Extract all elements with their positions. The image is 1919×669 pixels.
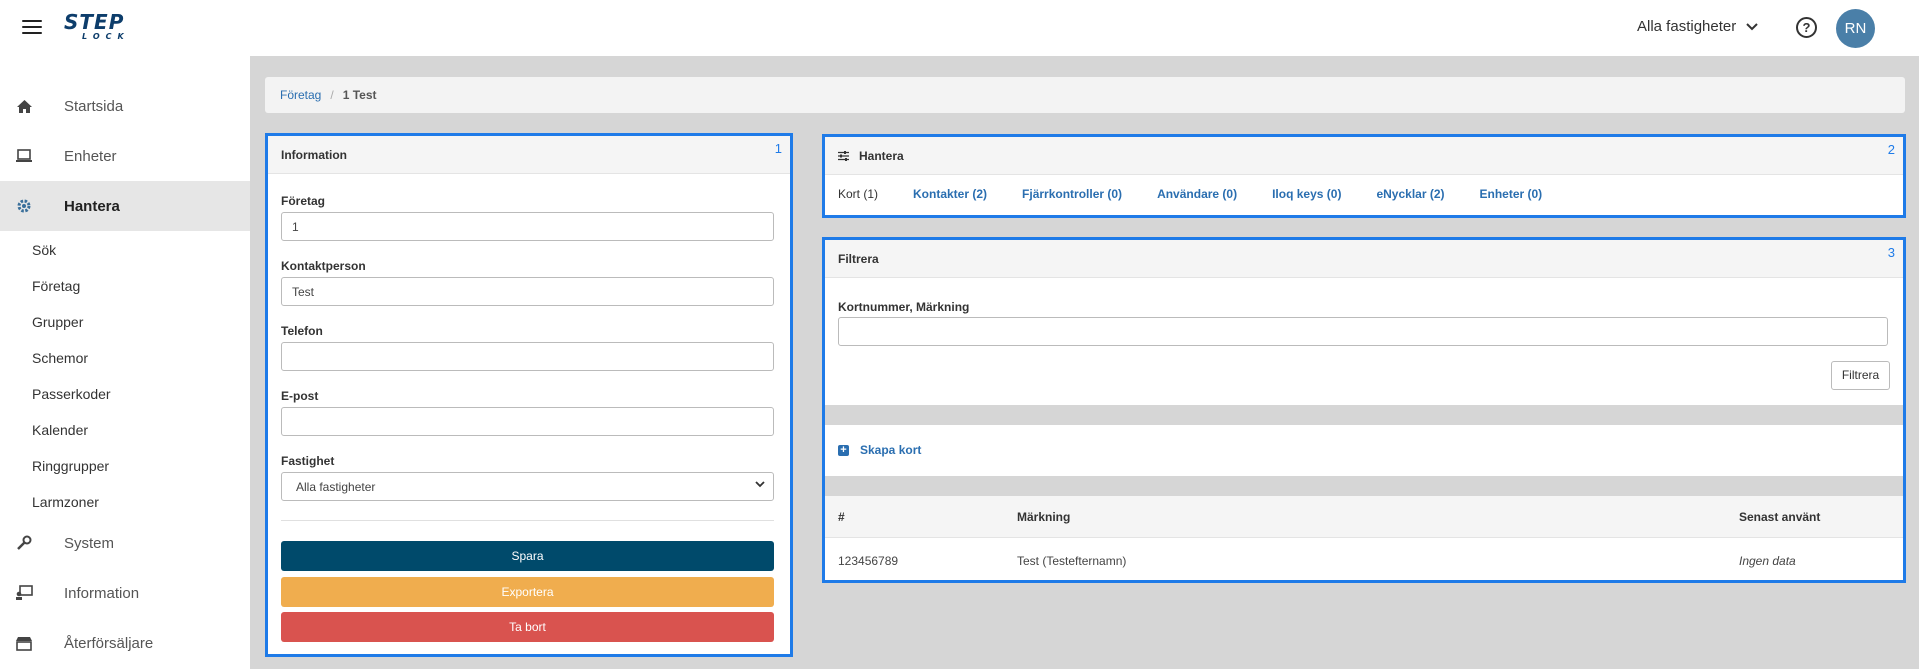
- breadcrumb-separator: /: [330, 88, 334, 102]
- sidebar-item-label: Hantera: [64, 197, 120, 215]
- laptop-icon: [15, 147, 33, 165]
- phone-input[interactable]: [281, 342, 774, 371]
- column-header-marking[interactable]: Märkning: [1017, 510, 1070, 524]
- email-label: E-post: [281, 389, 319, 403]
- avatar[interactable]: RN: [1836, 9, 1875, 48]
- column-header-last-used[interactable]: Senast använt: [1739, 510, 1820, 524]
- property-label: Fastighet: [281, 454, 335, 468]
- breadcrumb-current: 1 Test: [342, 88, 377, 102]
- cell-last-used: Ingen data: [1739, 554, 1796, 568]
- sidebar-item-information[interactable]: Information: [0, 568, 250, 618]
- sidebar-subitem-ringgrupper[interactable]: Ringgrupper: [32, 458, 109, 474]
- section-band: [825, 476, 1903, 496]
- email-input[interactable]: [281, 407, 774, 436]
- tab-iloq-keys[interactable]: Iloq keys (0): [1272, 187, 1341, 201]
- cell-marking: Test (Testefternamn): [1017, 554, 1127, 568]
- sidebar-item-label: Enheter: [64, 147, 117, 165]
- hamburger-menu-icon[interactable]: [22, 20, 42, 36]
- chevron-down-icon: [755, 479, 765, 491]
- wrench-icon: [15, 534, 33, 552]
- phone-label: Telefon: [281, 324, 323, 338]
- property-select-label: Alla fastigheter: [1637, 18, 1737, 35]
- manage-tabs: Kort (1) Kontakter (2) Fjärrkontroller (…: [838, 187, 1577, 201]
- sidebar-subitem-passerkoder[interactable]: Passerkoder: [32, 386, 111, 402]
- sidebar-item-enheter[interactable]: Enheter: [0, 131, 250, 181]
- panel-number: 1: [774, 141, 782, 156]
- tab-enheter[interactable]: Enheter (0): [1480, 187, 1543, 201]
- table-header: # Märkning Senast använt: [825, 496, 1903, 538]
- company-label: Företag: [281, 194, 326, 208]
- sidebar-subitem-sok[interactable]: Sök: [32, 242, 56, 258]
- steplock-logo[interactable]: STEP LOCK: [64, 12, 140, 44]
- table-row[interactable]: 123456789 Test (Testefternamn) Ingen dat…: [825, 539, 1903, 579]
- delete-button[interactable]: Ta bort: [281, 612, 774, 642]
- manage-panel-title: Hantera: [859, 148, 904, 163]
- plus-square-icon: +: [838, 445, 849, 456]
- panel-number: 3: [1887, 245, 1895, 260]
- manage-panel: Hantera 2 Kort (1) Kontakter (2) Fjärrko…: [822, 134, 1906, 218]
- chevron-down-icon: [1746, 22, 1758, 30]
- tab-fjarrkontroller[interactable]: Fjärrkontroller (0): [1022, 187, 1122, 201]
- card-search-label: Kortnummer, Märkning: [838, 300, 970, 314]
- logo-text-top: STEP: [64, 10, 125, 34]
- sidebar-item-label: Information: [64, 584, 140, 602]
- presentation-icon: [15, 584, 33, 602]
- contact-input[interactable]: [281, 277, 774, 306]
- tab-kontakter[interactable]: Kontakter (2): [913, 187, 987, 201]
- filter-panel-header: Filtrera 3: [825, 240, 1903, 278]
- sidebar-item-label: Startsida: [64, 97, 124, 115]
- section-band: [825, 405, 1903, 425]
- sidebar-item-startsida[interactable]: Startsida: [0, 81, 250, 131]
- contact-label: Kontaktperson: [281, 259, 366, 273]
- filter-panel: Filtrera 3 Kortnummer, Märkning Filtrera…: [822, 237, 1906, 583]
- information-panel-title: Information: [281, 147, 347, 162]
- breadcrumb-link-foretag[interactable]: Företag: [280, 88, 321, 102]
- column-header-number[interactable]: #: [838, 510, 845, 524]
- information-panel-header: Information 1: [268, 136, 790, 174]
- help-icon[interactable]: ?: [1796, 17, 1817, 38]
- company-input[interactable]: [281, 212, 774, 241]
- export-button[interactable]: Exportera: [281, 577, 774, 607]
- property-dropdown[interactable]: Alla fastigheter: [281, 472, 774, 501]
- sidebar-subitem-larmzoner[interactable]: Larmzoner: [32, 494, 99, 510]
- sidebar-item-hantera[interactable]: Hantera: [0, 181, 250, 231]
- save-button[interactable]: Spara: [281, 541, 774, 571]
- property-dropdown-value: Alla fastigheter: [296, 479, 376, 494]
- store-icon: [15, 634, 33, 652]
- property-select[interactable]: Alla fastigheter: [1637, 18, 1758, 35]
- tab-kort[interactable]: Kort (1): [838, 187, 878, 201]
- tab-anvandare[interactable]: Användare (0): [1157, 187, 1237, 201]
- home-icon: [15, 97, 33, 115]
- sliders-icon: [838, 150, 849, 161]
- manage-panel-header: Hantera 2: [825, 137, 1903, 175]
- tab-enycklar[interactable]: eNycklar (2): [1376, 187, 1444, 201]
- sidebar-subitem-kalender[interactable]: Kalender: [32, 422, 88, 438]
- information-panel: Information 1 Företag Kontaktperson Tele…: [265, 133, 793, 657]
- create-card-link[interactable]: + Skapa kort: [825, 441, 1125, 461]
- cell-card-number: 123456789: [838, 554, 899, 568]
- filter-button[interactable]: Filtrera: [1831, 361, 1890, 390]
- sidebar-item-aterforsaljare[interactable]: Återförsäljare: [0, 618, 250, 668]
- sidebar-subitem-grupper[interactable]: Grupper: [32, 314, 83, 330]
- top-bar: STEP LOCK Alla fastigheter ? RN: [0, 0, 1919, 56]
- filter-panel-title: Filtrera: [838, 251, 879, 266]
- sidebar: Startsida Enheter Hantera Sök Företag Gr…: [0, 56, 250, 669]
- sidebar-item-label: System: [64, 534, 115, 552]
- breadcrumb: Företag / 1 Test: [265, 77, 1905, 113]
- panel-number: 2: [1887, 142, 1895, 157]
- sidebar-subitem-schemor[interactable]: Schemor: [32, 350, 88, 366]
- card-search-input[interactable]: [838, 317, 1888, 346]
- divider: [281, 520, 774, 521]
- gear-icon: [15, 197, 33, 215]
- sidebar-item-label: Återförsäljare: [64, 634, 154, 652]
- create-card-label: Skapa kort: [860, 443, 922, 457]
- sidebar-item-system[interactable]: System: [0, 518, 250, 568]
- sidebar-subitem-foretag[interactable]: Företag: [32, 278, 80, 294]
